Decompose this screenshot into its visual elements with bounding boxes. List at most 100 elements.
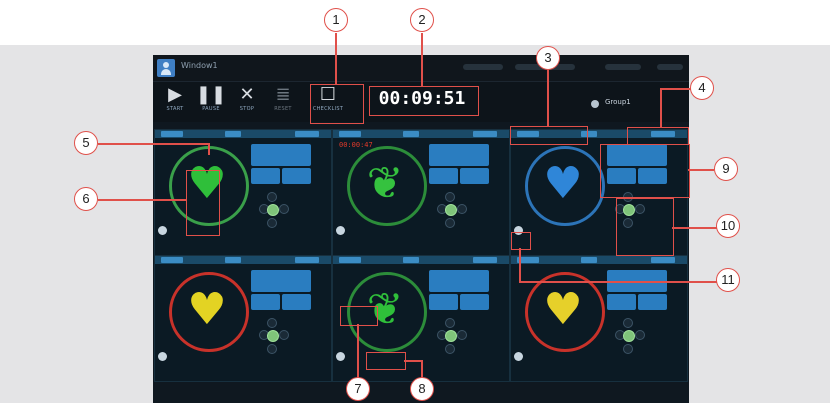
callout-6: 6 [74,187,98,211]
panel-header-tab[interactable] [161,131,183,137]
secondary-value-tile[interactable] [282,168,311,184]
leader-line [98,199,186,201]
panel-header[interactable] [155,256,331,264]
panel-header-tab[interactable] [581,257,597,263]
secondary-value-tile[interactable] [429,168,458,184]
control-pad-button[interactable] [267,318,277,328]
highlight-upper-value [340,306,378,326]
callout-2: 2 [410,8,434,32]
secondary-value-tile[interactable] [607,294,636,310]
control-pad-button[interactable] [445,218,455,228]
callout-11: 11 [716,268,740,292]
control-pad-button[interactable] [279,330,289,340]
info-icon[interactable] [514,352,523,361]
callout-9: 9 [714,157,738,181]
heart-icon: ♥ [187,284,227,335]
status-indicator [605,64,641,70]
highlight-panel-header [510,126,588,145]
heart-icon: ♥ [543,158,583,209]
panel-header-tab[interactable] [339,257,361,263]
panel-header-tab[interactable] [403,131,419,137]
leader-line [519,248,521,282]
callout-3: 3 [536,46,560,70]
highlight-control-pad [616,198,674,256]
status-indicator [463,64,503,70]
secondary-value-tile[interactable] [460,168,489,184]
panel-header-tab[interactable] [161,257,183,263]
callout-1: 1 [324,8,348,32]
leader-line [519,281,719,283]
leader-line [672,227,720,229]
reset-button[interactable]: ≣ RESET [267,84,299,120]
control-pad-button[interactable] [267,192,277,202]
secondary-value-tile[interactable] [429,294,458,310]
secondary-value-tile[interactable] [460,294,489,310]
callout-7: 7 [346,377,370,401]
control-pad-button[interactable] [267,218,277,228]
leader-line [335,33,337,85]
secondary-value-tile[interactable] [251,294,280,310]
secondary-value-tile[interactable] [282,294,311,310]
leader-line [357,324,359,380]
stop-x-icon: ✕ [239,84,255,105]
control-pad-button[interactable] [623,344,633,354]
control-pad-button[interactable] [267,344,277,354]
highlight-value-tiles [600,144,690,198]
panel-header[interactable] [333,256,509,264]
panel-header[interactable] [333,130,509,138]
primary-value-tile[interactable] [429,270,489,292]
panel-header[interactable] [511,256,687,264]
organ-panel[interactable]: ♥ [510,255,688,382]
secondary-value-tile[interactable] [638,294,667,310]
primary-value-tile[interactable] [251,144,311,166]
primary-value-tile[interactable] [429,144,489,166]
control-pad-button[interactable] [457,204,467,214]
leader-line [98,143,210,145]
start-button[interactable]: ▶ START [159,84,191,120]
primary-value-tile[interactable] [251,270,311,292]
pause-button[interactable]: ❚❚ PAUSE [195,84,227,120]
control-pad-button[interactable] [635,330,645,340]
highlight-organ [186,170,220,236]
play-icon: ▶ [168,84,182,105]
panel-header[interactable] [155,130,331,138]
control-pad-button[interactable] [445,192,455,202]
group-label[interactable]: Group1 [605,98,631,106]
control-center-button[interactable] [623,330,635,342]
control-pad-button[interactable] [445,318,455,328]
panel-elapsed-time: 00:00:47 [339,141,373,149]
panel-header-tab[interactable] [339,131,361,137]
info-icon[interactable] [336,352,345,361]
control-pad-button[interactable] [457,330,467,340]
user-icon[interactable] [157,59,175,77]
panel-header-tab[interactable] [651,257,675,263]
panel-header-tab[interactable] [473,257,497,263]
organ-panel[interactable]: ♥ [154,255,332,382]
secondary-value-tile[interactable] [251,168,280,184]
group-icon [591,100,599,108]
info-icon[interactable] [158,226,167,235]
panel-header-tab[interactable] [225,257,241,263]
control-center-button[interactable] [445,330,457,342]
control-pad-button[interactable] [623,318,633,328]
control-pad-button[interactable] [445,344,455,354]
panel-header-tab[interactable] [403,257,419,263]
panel-header-tab[interactable] [225,131,241,137]
panel-header-tab[interactable] [473,131,497,137]
panel-header-tab[interactable] [295,131,319,137]
highlight-timer [369,86,479,116]
info-icon[interactable] [336,226,345,235]
stop-button[interactable]: ✕ STOP [231,84,263,120]
highlight-info-icon [511,232,531,250]
info-icon[interactable] [158,352,167,361]
control-pad-button[interactable] [279,204,289,214]
panel-header-tab[interactable] [295,257,319,263]
organ-panel[interactable]: ❦ 00:00:47 [332,129,510,256]
organ-panel[interactable]: ♥ [154,129,332,256]
window-title: Window1 [181,61,218,70]
control-center-button[interactable] [445,204,457,216]
leader-line [208,143,210,155]
callout-8: 8 [410,377,434,401]
control-center-button[interactable] [267,330,279,342]
control-center-button[interactable] [267,204,279,216]
